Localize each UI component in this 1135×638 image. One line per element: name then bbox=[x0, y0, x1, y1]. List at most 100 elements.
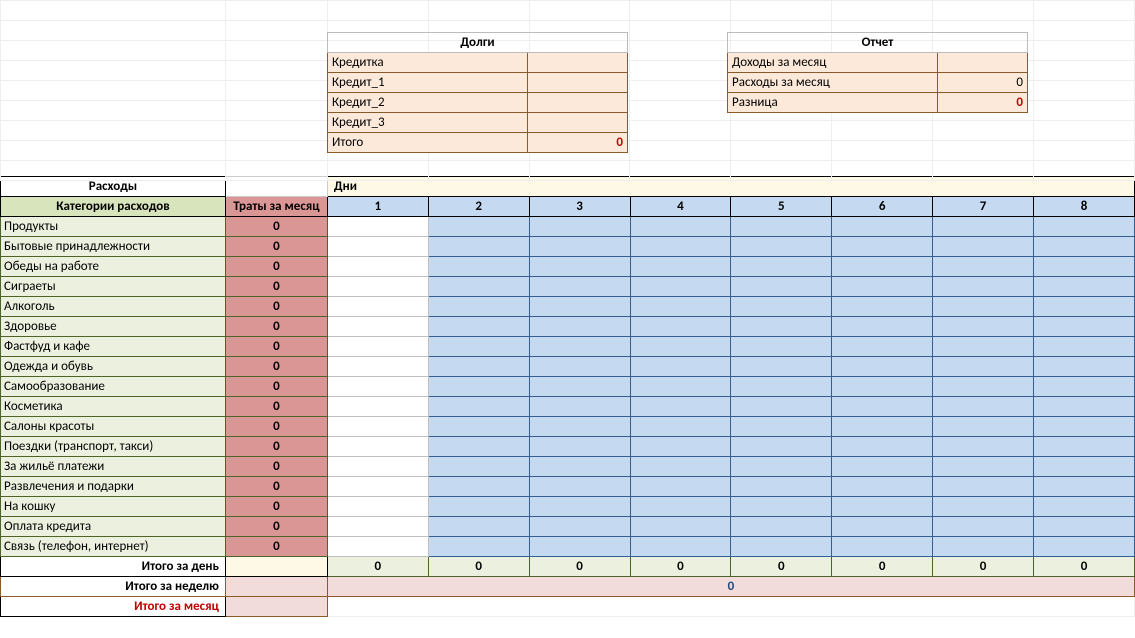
day-cell[interactable] bbox=[832, 537, 933, 557]
day-cell[interactable] bbox=[630, 237, 731, 257]
day-cell[interactable] bbox=[1034, 277, 1135, 297]
day-cell[interactable] bbox=[832, 337, 933, 357]
sheet-cell[interactable] bbox=[630, 61, 731, 81]
day-cell[interactable] bbox=[327, 477, 428, 497]
sheet-cell[interactable] bbox=[1, 21, 226, 41]
otchet-row-label[interactable]: Доходы за месяц bbox=[728, 53, 938, 73]
category-cell[interactable]: Бытовые принадлежности bbox=[1, 237, 226, 257]
sheet-cell[interactable] bbox=[630, 41, 731, 61]
day-cell[interactable] bbox=[1034, 537, 1135, 557]
day-cell[interactable] bbox=[731, 317, 832, 337]
category-cell[interactable]: Поездки (транспорт, такси) bbox=[1, 437, 226, 457]
category-cell[interactable]: Продукты bbox=[1, 217, 226, 237]
dolgi-row-label[interactable]: Кредит_1 bbox=[328, 73, 528, 93]
category-cell[interactable]: За жильё платежи bbox=[1, 457, 226, 477]
day-cell[interactable] bbox=[731, 397, 832, 417]
day-cell[interactable] bbox=[1034, 517, 1135, 537]
day-cell[interactable] bbox=[832, 277, 933, 297]
day-cell[interactable] bbox=[327, 497, 428, 517]
day-cell[interactable] bbox=[630, 217, 731, 237]
day-cell[interactable] bbox=[428, 537, 529, 557]
dolgi-row-label[interactable]: Кредитка bbox=[328, 53, 528, 73]
day-cell[interactable] bbox=[731, 277, 832, 297]
day-cell[interactable] bbox=[731, 377, 832, 397]
sheet-cell[interactable] bbox=[630, 141, 731, 161]
day-cell[interactable] bbox=[832, 257, 933, 277]
day-cell[interactable] bbox=[731, 297, 832, 317]
day-cell[interactable] bbox=[731, 537, 832, 557]
day-cell[interactable] bbox=[1034, 457, 1135, 477]
sheet-cell[interactable] bbox=[225, 161, 327, 181]
day-cell[interactable] bbox=[327, 237, 428, 257]
day-cell[interactable] bbox=[832, 297, 933, 317]
sheet-cell[interactable] bbox=[327, 1, 428, 21]
sheet-cell[interactable] bbox=[225, 81, 327, 101]
day-cell[interactable] bbox=[832, 317, 933, 337]
day-cell[interactable] bbox=[428, 497, 529, 517]
day-cell[interactable] bbox=[933, 517, 1034, 537]
day-cell[interactable] bbox=[630, 397, 731, 417]
sheet-cell[interactable] bbox=[1, 61, 226, 81]
day-cell[interactable] bbox=[731, 217, 832, 237]
sheet-cell[interactable] bbox=[832, 1, 933, 21]
sheet-cell[interactable] bbox=[1, 1, 226, 21]
category-cell[interactable]: Фастфуд и кафе bbox=[1, 337, 226, 357]
day-cell[interactable] bbox=[529, 497, 630, 517]
sheet-cell[interactable] bbox=[1034, 1, 1135, 21]
day-cell[interactable] bbox=[327, 317, 428, 337]
sheet-cell[interactable] bbox=[630, 161, 731, 181]
day-cell[interactable] bbox=[529, 417, 630, 437]
category-cell[interactable]: Обеды на работе bbox=[1, 257, 226, 277]
sheet-cell[interactable] bbox=[1, 81, 226, 101]
dolgi-row-value[interactable] bbox=[528, 73, 628, 93]
day-cell[interactable] bbox=[428, 217, 529, 237]
day-cell[interactable] bbox=[428, 317, 529, 337]
sheet-cell[interactable] bbox=[225, 141, 327, 161]
day-cell[interactable] bbox=[731, 417, 832, 437]
category-cell[interactable]: Самообразование bbox=[1, 377, 226, 397]
day-cell[interactable] bbox=[630, 457, 731, 477]
day-cell[interactable] bbox=[327, 457, 428, 477]
sheet-cell[interactable] bbox=[1034, 21, 1135, 41]
sheet-cell[interactable] bbox=[933, 141, 1034, 161]
day-cell[interactable] bbox=[529, 237, 630, 257]
sheet-cell[interactable] bbox=[731, 121, 832, 141]
day-cell[interactable] bbox=[327, 377, 428, 397]
day-cell[interactable] bbox=[428, 477, 529, 497]
day-cell[interactable] bbox=[529, 337, 630, 357]
day-cell[interactable] bbox=[731, 477, 832, 497]
category-cell[interactable]: На кошку bbox=[1, 497, 226, 517]
sheet-cell[interactable] bbox=[832, 161, 933, 181]
day-cell[interactable] bbox=[832, 517, 933, 537]
day-cell[interactable] bbox=[630, 377, 731, 397]
day-cell[interactable] bbox=[428, 457, 529, 477]
day-cell[interactable] bbox=[933, 497, 1034, 517]
sheet-cell[interactable] bbox=[1034, 141, 1135, 161]
day-cell[interactable] bbox=[1034, 377, 1135, 397]
day-cell[interactable] bbox=[327, 217, 428, 237]
day-cell[interactable] bbox=[1034, 317, 1135, 337]
day-cell[interactable] bbox=[327, 297, 428, 317]
day-cell[interactable] bbox=[933, 237, 1034, 257]
day-cell[interactable] bbox=[933, 437, 1034, 457]
day-cell[interactable] bbox=[327, 277, 428, 297]
sheet-cell[interactable] bbox=[428, 1, 529, 21]
sheet-cell[interactable] bbox=[630, 121, 731, 141]
day-cell[interactable] bbox=[630, 337, 731, 357]
day-cell[interactable] bbox=[529, 357, 630, 377]
day-cell[interactable] bbox=[731, 497, 832, 517]
day-cell[interactable] bbox=[933, 357, 1034, 377]
day-cell[interactable] bbox=[1034, 437, 1135, 457]
day-cell[interactable] bbox=[428, 357, 529, 377]
day-cell[interactable] bbox=[327, 517, 428, 537]
day-cell[interactable] bbox=[1034, 217, 1135, 237]
sheet-cell[interactable] bbox=[630, 101, 731, 121]
day-cell[interactable] bbox=[630, 417, 731, 437]
category-cell[interactable]: Алкоголь bbox=[1, 297, 226, 317]
day-cell[interactable] bbox=[832, 477, 933, 497]
dolgi-row-label[interactable]: Кредит_3 bbox=[328, 113, 528, 133]
day-cell[interactable] bbox=[529, 517, 630, 537]
day-cell[interactable] bbox=[832, 417, 933, 437]
day-cell[interactable] bbox=[630, 517, 731, 537]
day-cell[interactable] bbox=[630, 277, 731, 297]
